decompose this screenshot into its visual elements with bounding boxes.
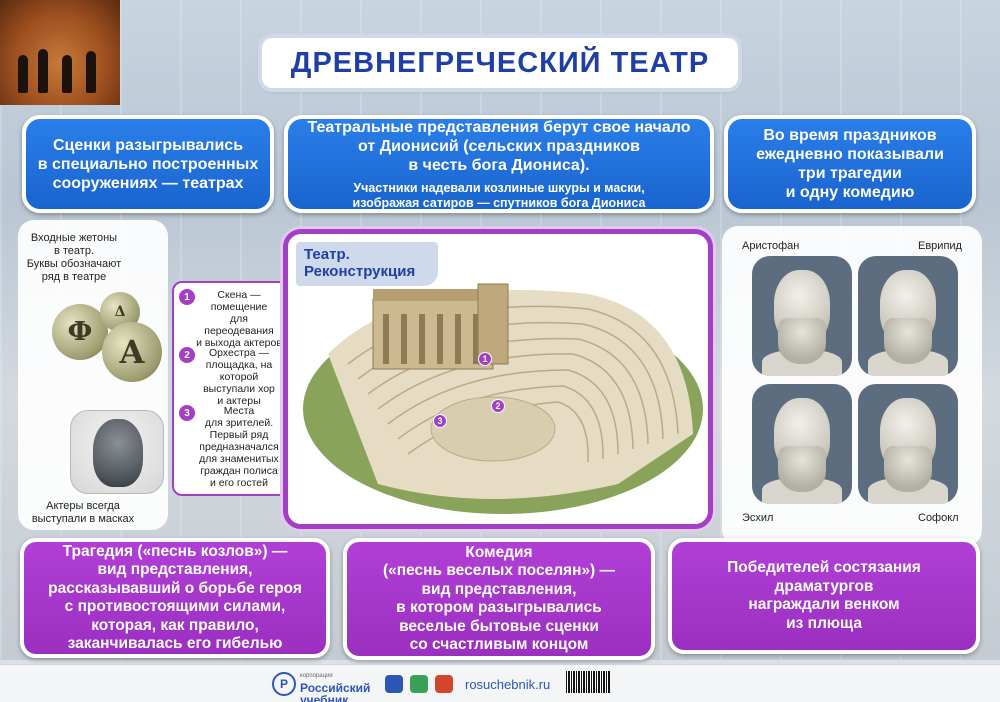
legend-panel: 1 Скена — помещение для переодевания и выхо… <box>172 281 288 496</box>
legend-item-seats: Места для зрителей. Первый ряд предназначал… <box>199 405 279 489</box>
footer: Р корпорация Российский учебник rosucheb… <box>0 664 1000 702</box>
text-line: три трагедии <box>798 165 902 182</box>
theatre-mask-image <box>70 410 164 494</box>
coin: А <box>102 322 162 382</box>
text-line: Участники надевали козлиные шкуры и маск… <box>353 180 645 195</box>
bust-sophocles <box>858 384 958 504</box>
greek-vase-image <box>0 0 120 105</box>
legend-item-orchestra: Орхестра — площадка, на которой выступали … <box>203 347 275 407</box>
website-link[interactable]: rosuchebnik.ru <box>465 677 550 692</box>
text-line: в честь бога Диониса). <box>408 156 590 174</box>
bust-euripides <box>858 256 958 376</box>
marker-orchestra: 2 <box>491 399 505 413</box>
text-line: сооружениях — театрах <box>52 174 244 192</box>
text-line: изображая сатиров — спутников бога Диони… <box>352 195 646 210</box>
mask-caption: Актеры всегда выступали в масках <box>31 500 135 525</box>
barcode-icon <box>566 671 610 693</box>
text-line: в специально построенных <box>37 155 259 173</box>
playwright-name: Софокл <box>918 512 959 524</box>
info-box-tragedy: Трагедия («песнь козлов») — вид представл… <box>20 538 330 658</box>
text-line: ежедневно показывали <box>756 146 944 163</box>
entry-tokens-image: Ф Δ А <box>52 292 164 392</box>
playwright-name: Эсхил <box>742 512 774 524</box>
playwright-name: Аристофан <box>742 240 800 252</box>
marker-seats: 3 <box>433 414 447 428</box>
theatre-label: Театр. Реконструкция <box>296 242 438 286</box>
bust-aeschylus <box>752 384 852 504</box>
text-line: и одну комедию <box>785 184 915 201</box>
title-banner: ДРЕВНЕГРЕЧЕСКИЙ ТЕАТР <box>262 38 738 88</box>
info-box-dionysia: Театральные представления берут свое нач… <box>284 115 714 213</box>
text-line: Сценки разыгрывались <box>52 136 244 154</box>
info-box-festivals: Во время праздников ежедневно показывали… <box>724 115 976 213</box>
info-box-comedy: Комедия («песнь веселых поселян») — вид пр… <box>343 538 655 660</box>
publisher-brand: корпорация Российский учебник <box>300 673 371 702</box>
playwright-name: Еврипид <box>918 240 962 252</box>
info-box-theatres: Сценки разыгрывались в специально постро… <box>22 115 274 213</box>
info-box-winners: Победителей состязания драматургов награж… <box>668 538 980 654</box>
astrel-logo-icon <box>435 675 453 693</box>
tokens-caption: Входные жетоны в театр. Буквы обозначают… <box>26 232 122 283</box>
text-line: от Дионисий (сельских праздников <box>358 137 640 155</box>
legend-item-skene: Скена — помещение для переодевания и выхода… <box>196 289 282 349</box>
publisher-logo-icon: Р <box>272 672 296 696</box>
bust-aristophanes <box>752 256 852 376</box>
text-line: Во время праздников <box>763 127 937 144</box>
marker-skene: 1 <box>478 352 492 366</box>
page-title: ДРЕВНЕГРЕЧЕСКИЙ ТЕАТР <box>290 46 710 79</box>
theatre-reconstruction-panel: Театр. Реконструкция 1 2 3 <box>283 229 713 529</box>
drofa-logo-icon <box>385 675 403 693</box>
text-line: Театральные представления берут свое нач… <box>307 118 691 136</box>
ventana-logo-icon <box>410 675 428 693</box>
